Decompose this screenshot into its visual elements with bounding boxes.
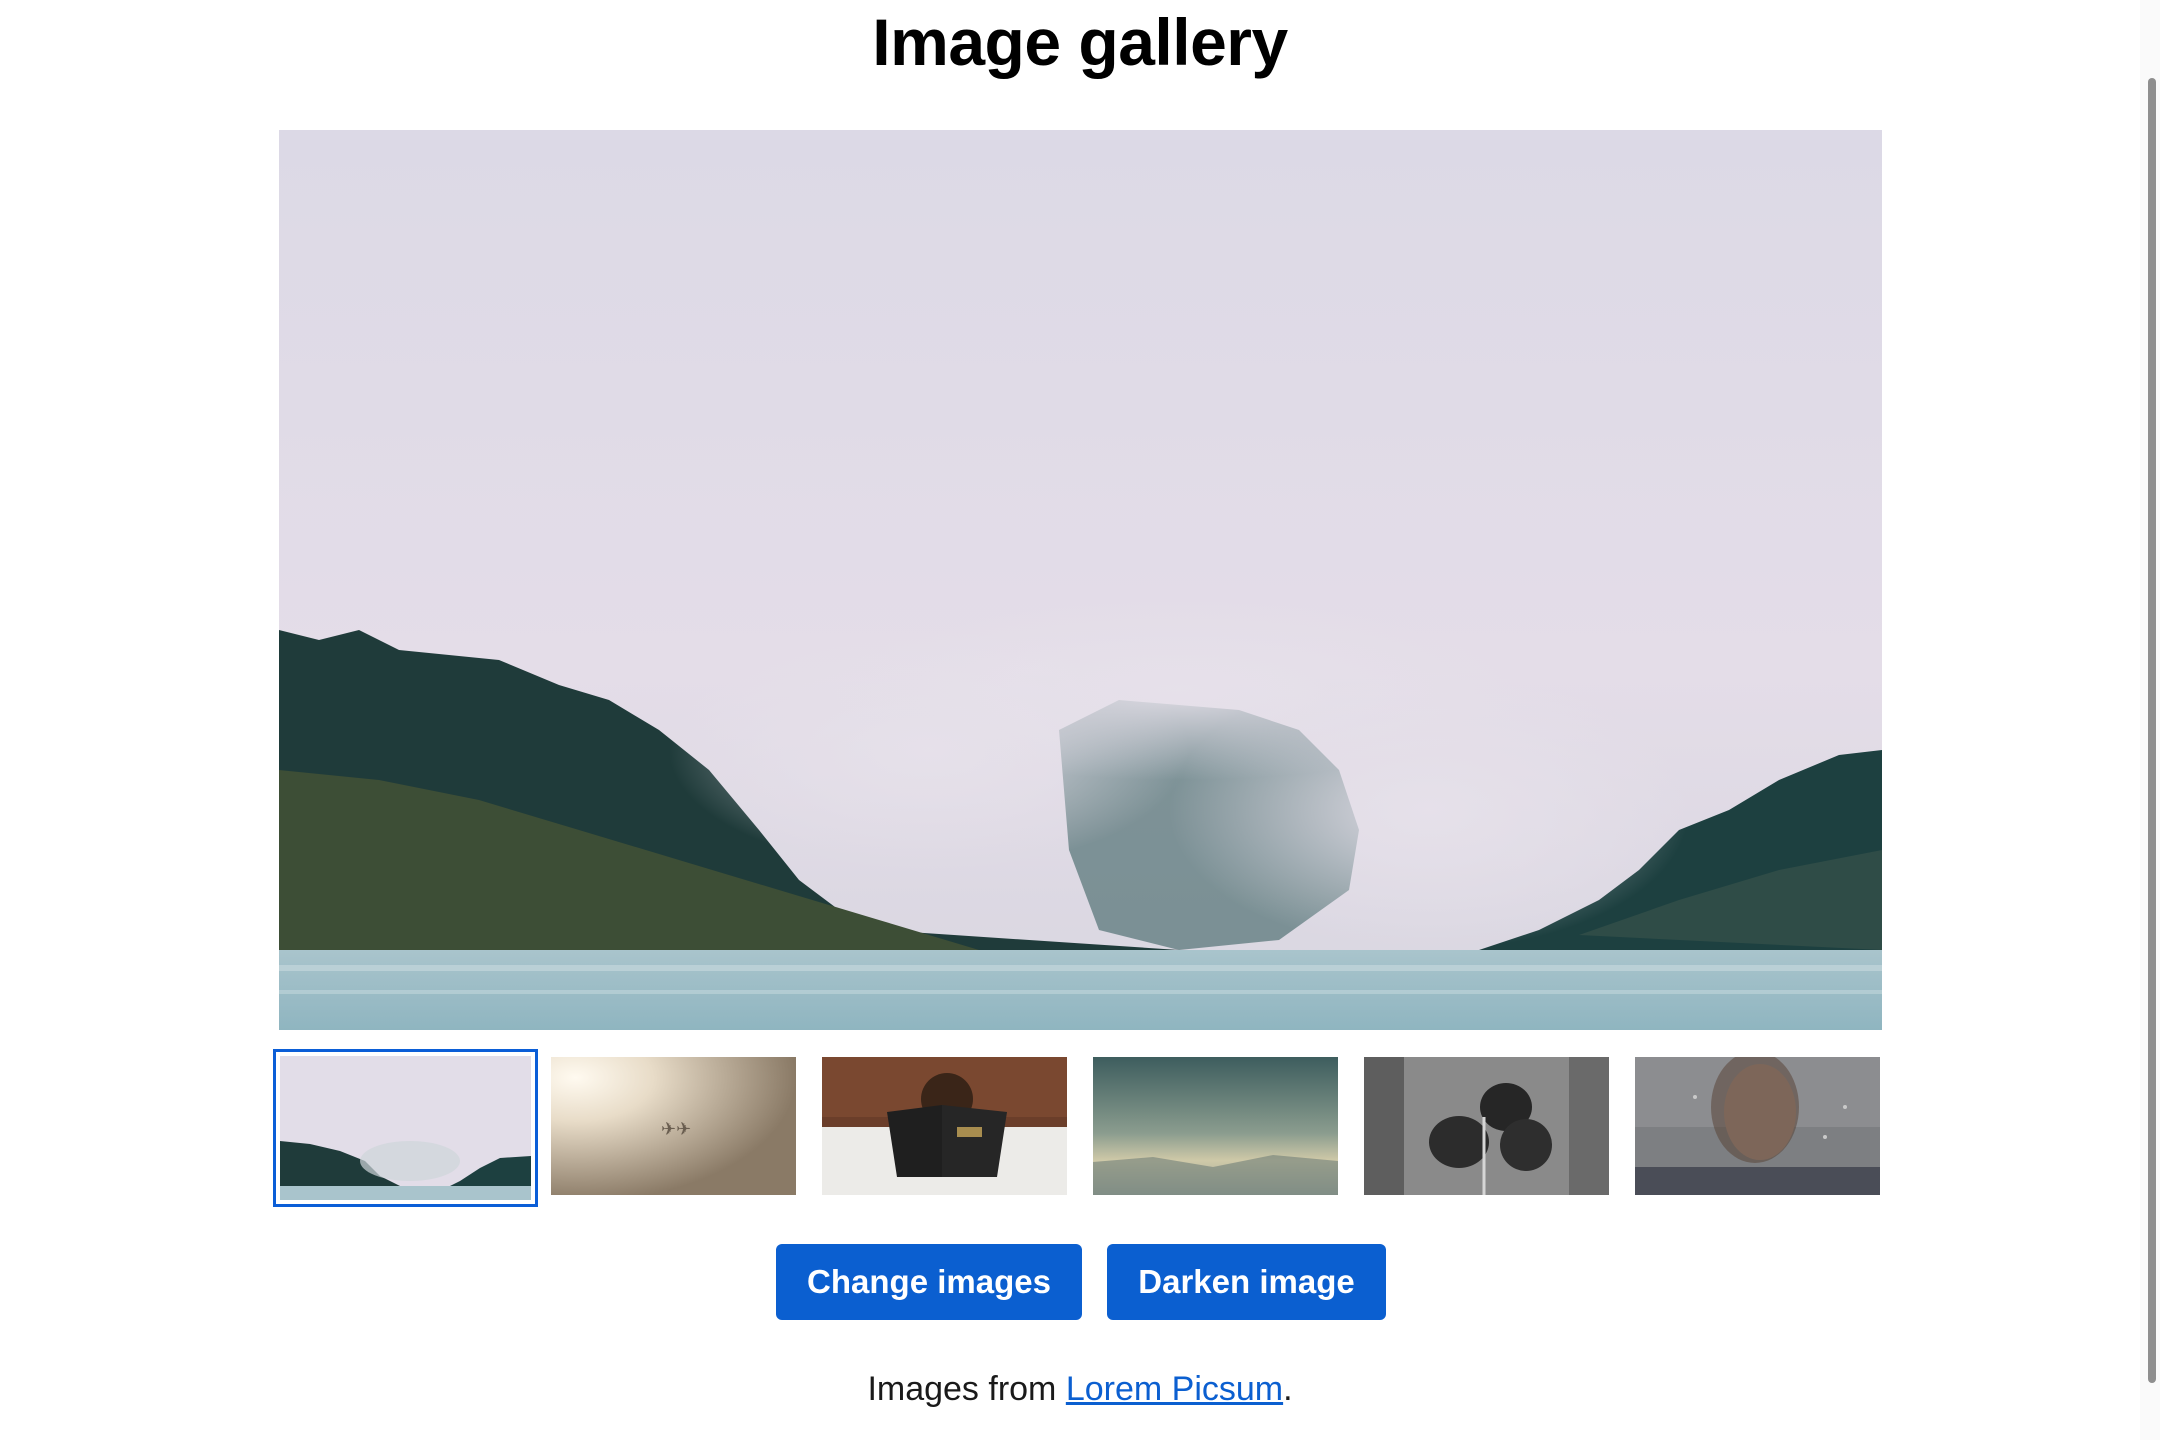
cloudy-sky-photo xyxy=(1093,1057,1338,1195)
misty-forest-lake-photo xyxy=(280,1056,531,1200)
thumbnail-5[interactable] xyxy=(1364,1057,1609,1195)
credit-prefix: Images from xyxy=(867,1370,1066,1408)
vertical-scrollbar[interactable] xyxy=(2140,0,2160,1440)
credit-text: Images from Lorem Picsum. xyxy=(0,1370,2160,1409)
thumbnail-3[interactable] xyxy=(822,1057,1067,1195)
thumbnail-1[interactable] xyxy=(273,1049,538,1207)
page: Image gallery ✈✈ Change images Darken im… xyxy=(0,0,2160,1440)
main-image xyxy=(279,130,1882,1030)
woman-behind-rainy-glass-photo xyxy=(1635,1057,1880,1195)
thumbnail-6[interactable] xyxy=(1635,1057,1880,1195)
jets-in-sky-photo: ✈✈ xyxy=(551,1057,796,1195)
lorem-picsum-link[interactable]: Lorem Picsum xyxy=(1066,1370,1283,1408)
child-reading-bible-photo xyxy=(822,1057,1067,1195)
svg-text:✈✈: ✈✈ xyxy=(661,1119,691,1140)
misty-forest-lake-photo xyxy=(279,130,1882,1030)
thumbnail-4[interactable] xyxy=(1093,1057,1338,1195)
scrollbar-thumb[interactable] xyxy=(2148,78,2156,1383)
darken-image-button[interactable]: Darken image xyxy=(1107,1244,1386,1320)
pine-cones-photo xyxy=(1364,1057,1609,1195)
page-title: Image gallery xyxy=(872,5,1288,79)
change-images-button[interactable]: Change images xyxy=(776,1244,1082,1320)
credit-suffix: . xyxy=(1283,1370,1293,1408)
thumbnail-2[interactable]: ✈✈ xyxy=(551,1057,796,1195)
thumbnail-strip: ✈✈ xyxy=(273,1049,1882,1207)
